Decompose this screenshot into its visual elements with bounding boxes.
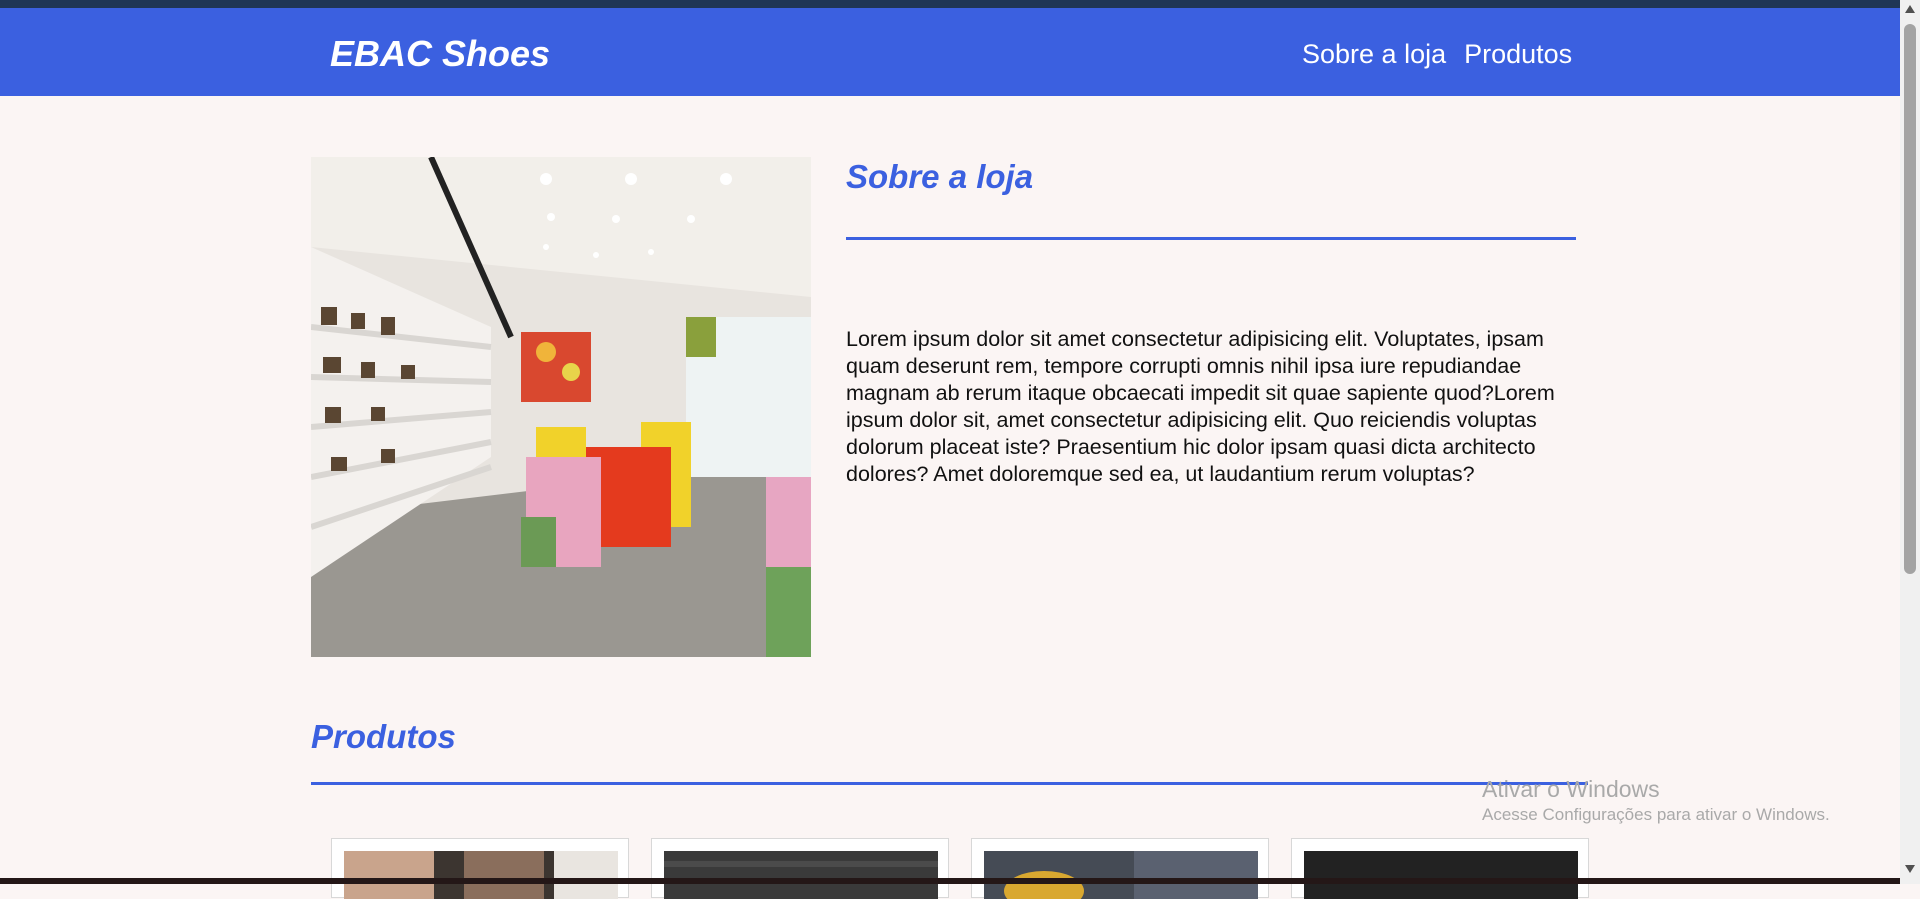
product-image xyxy=(344,851,618,899)
products-divider xyxy=(311,782,1588,785)
nav-link-produtos[interactable]: Produtos xyxy=(1464,38,1572,70)
product-image xyxy=(1304,851,1578,899)
windows-activation-watermark: Ativar o Windows Acesse Configurações pa… xyxy=(1482,774,1830,826)
watermark-subtitle: Acesse Configurações para ativar o Windo… xyxy=(1482,805,1830,824)
store-photo xyxy=(311,157,811,657)
product-card[interactable] xyxy=(1291,838,1589,899)
scroll-up-arrow-icon[interactable] xyxy=(1905,4,1915,14)
product-card[interactable] xyxy=(971,838,1269,899)
scrollbar-thumb[interactable] xyxy=(1904,24,1916,574)
product-card[interactable] xyxy=(651,838,949,899)
scroll-down-arrow-icon[interactable] xyxy=(1905,864,1915,874)
browser-top-strip xyxy=(0,0,1900,8)
about-title: Sobre a loja xyxy=(846,158,1034,195)
about-text: Lorem ipsum dolor sit amet consectetur a… xyxy=(846,327,1555,486)
nav-link-sobre-a-loja[interactable]: Sobre a loja xyxy=(1302,38,1446,70)
product-image xyxy=(984,851,1258,899)
product-card[interactable] xyxy=(331,838,629,899)
site-logo[interactable]: EBAC Shoes xyxy=(330,34,550,74)
site-header: EBAC Shoes Sobre a loja Produtos xyxy=(0,8,1900,96)
watermark-title: Ativar o Windows xyxy=(1482,776,1660,802)
taskbar-edge xyxy=(0,878,1900,884)
main-nav: Sobre a loja Produtos xyxy=(1302,38,1572,70)
about-divider xyxy=(846,237,1576,240)
product-image xyxy=(664,851,938,899)
products-title: Produtos xyxy=(311,718,456,755)
vertical-scrollbar[interactable] xyxy=(1900,0,1920,884)
